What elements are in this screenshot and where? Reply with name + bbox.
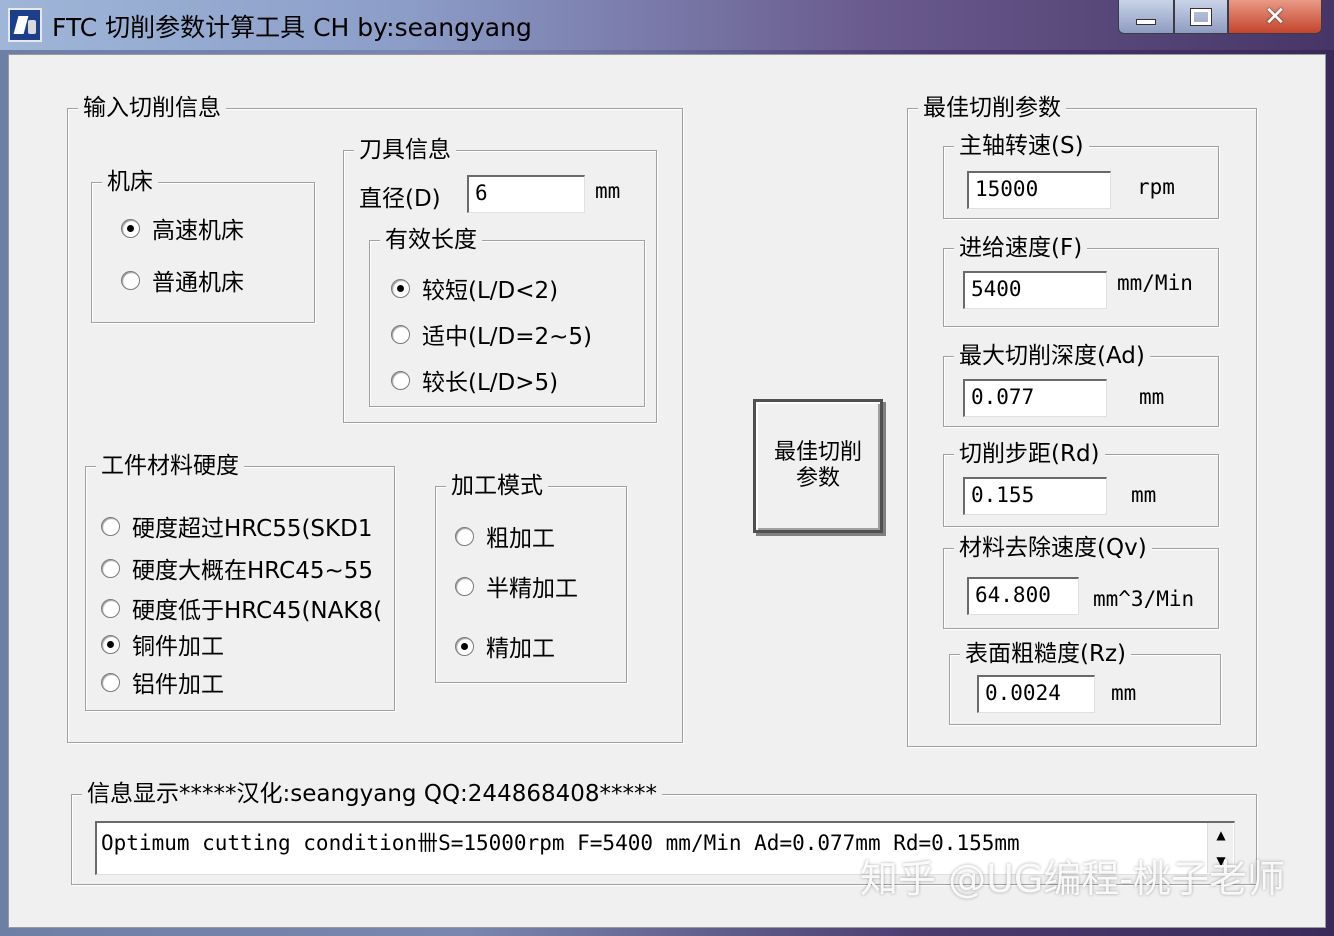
step-over-output[interactable]: 0.155 [963, 477, 1107, 515]
removal-rate-output[interactable]: 64.800 [967, 577, 1079, 615]
spindle-speed-unit: rpm [1137, 175, 1175, 199]
diameter-input[interactable]: 6 [467, 175, 585, 213]
machine-radio-high-speed[interactable]: 高速机床 [121, 211, 244, 245]
radio-unchecked-icon [101, 598, 120, 618]
radio-checked-icon [101, 634, 120, 654]
effective-length-group-title: 有效长度 [380, 229, 482, 252]
diameter-unit: mm [595, 179, 621, 203]
length-radio-medium[interactable]: 适中(L/D=2~5) [391, 317, 592, 351]
mode-radio-finishing[interactable]: 精加工 [455, 629, 555, 663]
radio-label: 硬度大概在HRC45~55 [132, 558, 373, 584]
hardness-radio-copper[interactable]: 铜件加工 [101, 627, 224, 661]
hardness-radio-over-hrc55[interactable]: 硬度超过HRC55(SKD1 [101, 509, 383, 543]
machine-group-title: 机床 [102, 171, 158, 194]
hardness-radio-under-hrc45[interactable]: 硬度低于HRC45(NAK8( [101, 591, 383, 625]
step-over-title: 切削步距(Rd) [954, 443, 1105, 466]
close-icon: ✕ [1264, 1, 1286, 32]
spindle-speed-output[interactable]: 15000 [967, 171, 1111, 209]
radio-label: 铝件加工 [132, 672, 224, 698]
hardness-radio-aluminum[interactable]: 铝件加工 [101, 665, 224, 699]
removal-rate-unit: mm^3/Min [1093, 587, 1195, 611]
max-depth-unit: mm [1139, 385, 1165, 409]
calculate-button-label: 最佳切削参数 [773, 440, 862, 491]
feed-rate-title: 进给速度(F) [954, 237, 1088, 260]
machine-radio-normal[interactable]: 普通机床 [121, 263, 244, 297]
roughness-output[interactable]: 0.0024 [977, 675, 1095, 713]
radio-label: 粗加工 [486, 526, 555, 552]
feed-rate-output[interactable]: 5400 [963, 271, 1107, 309]
step-over-unit: mm [1131, 483, 1157, 507]
length-radio-long[interactable]: 较长(L/D>5) [391, 363, 558, 397]
watermark-text: 知乎 @UG编程-桃子老师 [860, 857, 1286, 901]
radio-label: 硬度超过HRC55(SKD1 [132, 516, 373, 542]
radio-checked-icon [121, 218, 140, 238]
machining-mode-group-title: 加工模式 [446, 475, 548, 498]
radio-label: 较短(L/D<2) [422, 278, 559, 304]
roughness-title: 表面粗糙度(Rz) [960, 643, 1131, 666]
radio-unchecked-icon [101, 672, 120, 692]
radio-unchecked-icon [121, 270, 140, 290]
spindle-speed-title: 主轴转速(S) [954, 135, 1089, 158]
roughness-unit: mm [1111, 681, 1137, 705]
scroll-up-icon[interactable]: ▲ [1208, 823, 1234, 847]
radio-unchecked-icon [455, 576, 474, 596]
title-bar[interactable]: FTC 切削参数计算工具 CH by:seangyang ✕ [0, 0, 1334, 50]
tool-info-group-title: 刀具信息 [354, 139, 456, 162]
minimize-icon [1136, 18, 1156, 25]
diameter-label: 直径(D) [359, 186, 441, 212]
radio-label: 精加工 [486, 636, 555, 662]
radio-unchecked-icon [391, 370, 410, 390]
maximize-button[interactable] [1174, 0, 1228, 34]
mode-radio-roughing[interactable]: 粗加工 [455, 519, 555, 553]
mode-radio-semi-finishing[interactable]: 半精加工 [455, 569, 578, 603]
app-icon[interactable] [8, 8, 42, 42]
feed-rate-unit: mm/Min [1117, 271, 1193, 295]
optimum-params-group-title: 最佳切削参数 [918, 97, 1066, 120]
app-window: FTC 切削参数计算工具 CH by:seangyang ✕ 输入切削信息 机床… [0, 0, 1334, 936]
material-hardness-group-title: 工件材料硬度 [96, 455, 244, 478]
radio-label: 半精加工 [486, 576, 578, 602]
window-title: FTC 切削参数计算工具 CH by:seangyang [52, 13, 532, 42]
maximize-icon [1190, 7, 1212, 26]
info-display-title: 信息显示*****汉化:seangyang QQ:244868408***** [82, 783, 663, 806]
close-button[interactable]: ✕ [1228, 0, 1322, 34]
radio-label: 普通机床 [152, 270, 244, 296]
radio-unchecked-icon [391, 324, 410, 344]
radio-label: 较长(L/D>5) [422, 370, 559, 396]
radio-label: 适中(L/D=2~5) [422, 324, 593, 350]
input-info-group-title: 输入切削信息 [78, 97, 226, 120]
removal-rate-title: 材料去除速度(Qv) [954, 537, 1152, 560]
max-depth-title: 最大切削深度(Ad) [954, 345, 1150, 368]
radio-unchecked-icon [101, 516, 120, 536]
machine-group: 机床 [91, 171, 315, 323]
radio-label: 铜件加工 [132, 634, 224, 660]
radio-checked-icon [455, 636, 474, 656]
minimize-button[interactable] [1118, 0, 1174, 34]
calculate-optimum-button[interactable]: 最佳切削参数 [753, 399, 883, 533]
max-depth-output[interactable]: 0.077 [963, 379, 1107, 417]
radio-label: 高速机床 [152, 218, 244, 244]
radio-label: 硬度低于HRC45(NAK8( [132, 598, 383, 624]
radio-unchecked-icon [101, 558, 120, 578]
hardness-radio-hrc45-55[interactable]: 硬度大概在HRC45~55 [101, 551, 383, 585]
dialog-client-area: 输入切削信息 机床 高速机床 普通机床 刀具信息 直径(D) 6 mm 有效长度… [8, 54, 1326, 928]
length-radio-short[interactable]: 较短(L/D<2) [391, 271, 558, 305]
radio-unchecked-icon [455, 526, 474, 546]
radio-checked-icon [391, 278, 410, 298]
